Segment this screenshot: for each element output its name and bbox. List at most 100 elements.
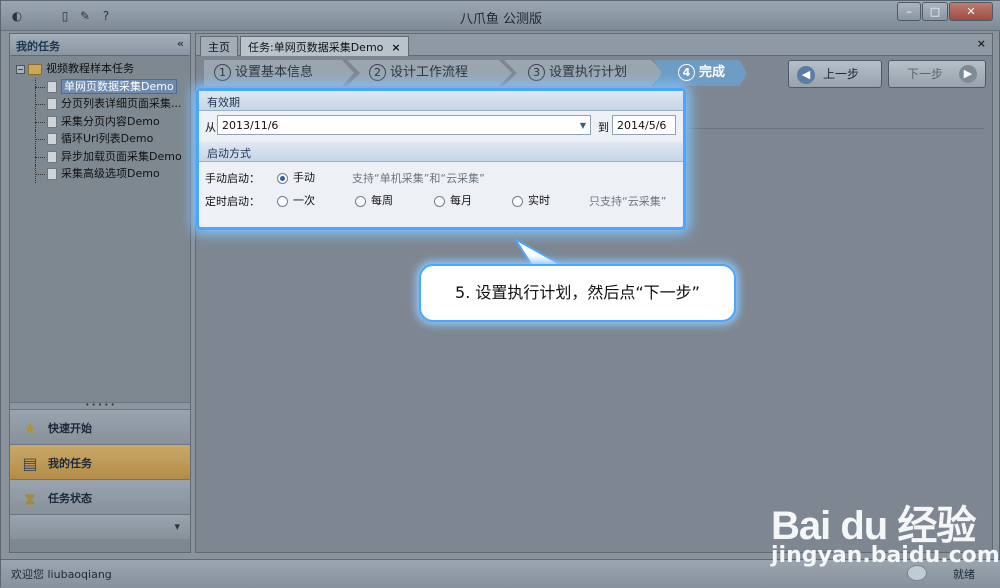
tree-item[interactable]: 异步加载页面采集Demo: [14, 147, 186, 166]
pane-header: 我的任务 «: [10, 34, 190, 56]
instruction-callout: 5. 设置执行计划，然后点“下一步”: [419, 264, 736, 322]
tree-item[interactable]: 单网页数据采集Demo: [14, 77, 186, 96]
pane-splitter[interactable]: • • • • •: [10, 402, 190, 410]
tree-item[interactable]: 采集高级选项Demo: [14, 165, 186, 183]
document-icon: [47, 80, 57, 93]
manual-start-label: 手动启动：: [205, 172, 260, 185]
baidu-watermark: Bai du 经验 jingyan.baidu.com: [771, 481, 1000, 581]
tab-task[interactable]: 任务:单网页数据采集Demo ×: [240, 36, 409, 56]
pane-title: 我的任务: [16, 40, 60, 53]
tree-root-node[interactable]: − 视频教程样本任务: [14, 60, 186, 78]
to-date-field[interactable]: 2014/5/6: [612, 115, 676, 135]
tab-bar: 主页 任务:单网页数据采集Demo × ×: [196, 34, 992, 56]
tree-item-label: 循环Url列表Demo: [61, 132, 154, 145]
tree-root-label: 视频教程样本任务: [46, 62, 134, 75]
window-title: 八爪鱼 公测版: [459, 12, 543, 27]
nav-my-tasks[interactable]: ▤ 我的任务: [10, 445, 190, 480]
close-all-icon[interactable]: ×: [977, 37, 986, 50]
step-2: 2 设计工作流程: [361, 60, 468, 86]
realtime-radio[interactable]: 实时: [512, 192, 550, 208]
tree-item[interactable]: 分页列表详细页面采集...: [14, 95, 186, 113]
step-label: 设置执行计划: [549, 65, 628, 80]
radio-label: 手动: [293, 171, 315, 184]
tree-item-label: 采集分页内容Demo: [61, 114, 160, 128]
watermark-url: jingyan.baidu.com: [771, 543, 1000, 568]
tree-item-label: 异步加载页面采集Demo: [61, 149, 182, 163]
wizard-steps: 1 设置基本信息 2 设计工作流程 3 设置执行计划 4 完成: [204, 60, 747, 86]
prev-step-button[interactable]: ◀ 上一步: [788, 60, 882, 88]
chevron-down-icon[interactable]: ▼: [580, 121, 586, 130]
tree-item[interactable]: 循环Url列表Demo: [14, 130, 186, 148]
manual-start-row: 手动启动： 手动 支持“单机采集”和“云采集”: [199, 162, 683, 186]
collapse-pane-button[interactable]: «: [177, 37, 184, 50]
radio-label: 实时: [528, 194, 550, 207]
folder-icon: [28, 63, 42, 75]
radio-checked-icon: [277, 172, 288, 184]
minimize-button[interactable]: –: [897, 2, 921, 21]
app-window: ◐ ▯ ✎ ? 八爪鱼 公测版 – □ ✕ 我的任务 « − 视频教程样本任务 单…: [0, 0, 1000, 588]
step-3: 3 设置执行计划: [520, 60, 627, 86]
radio-icon: [434, 195, 445, 207]
nav-more-button[interactable]: ▾: [10, 515, 190, 539]
step-number: 4: [678, 64, 695, 81]
nav-label: 任务状态: [48, 492, 92, 505]
from-date-picker[interactable]: 2013/11/6 ▼: [217, 115, 591, 135]
prev-step-label: 上一步: [823, 67, 860, 81]
weekly-radio[interactable]: 每周: [355, 192, 393, 208]
radio-label: 每月: [450, 194, 472, 207]
next-step-label: 下一步: [907, 67, 944, 81]
step-number: 3: [528, 64, 545, 81]
maximize-button[interactable]: □: [922, 2, 948, 21]
nav-task-status[interactable]: ⧗ 任务状态: [10, 480, 190, 515]
manual-radio[interactable]: 手动: [277, 169, 315, 185]
document-icon: [47, 150, 57, 163]
document-icon: [47, 168, 57, 180]
timed-start-label: 定时启动：: [205, 195, 260, 208]
monthly-radio[interactable]: 每月: [434, 192, 472, 208]
tab-label: 主页: [208, 41, 230, 54]
validity-row: 从 2013/11/6 ▼ 到 2014/5/6: [199, 111, 683, 139]
step-label: 设置基本信息: [235, 65, 314, 80]
step-number: 2: [369, 64, 386, 81]
from-date-value: 2013/11/6: [222, 119, 279, 132]
nav-label: 我的任务: [48, 457, 92, 470]
radio-label: 每周: [371, 194, 393, 207]
to-date-value: 2014/5/6: [617, 119, 667, 132]
tree-item-label: 分页列表详细页面采集...: [61, 97, 182, 110]
from-label: 从: [205, 121, 216, 134]
radio-icon: [277, 195, 288, 207]
tree-item-label: 单网页数据采集Demo: [61, 78, 177, 94]
step-label: 设计工作流程: [390, 65, 469, 80]
close-tab-icon[interactable]: ×: [391, 41, 400, 54]
next-step-button[interactable]: 下一步 ▶: [888, 60, 986, 88]
step-label: 完成: [699, 65, 726, 80]
document-icon: [47, 133, 57, 145]
start-mode-header: 启动方式: [199, 142, 683, 162]
arrow-right-icon: ▶: [959, 65, 977, 83]
to-label: 到: [598, 121, 609, 134]
collapse-toggle-icon[interactable]: −: [16, 64, 25, 74]
close-button[interactable]: ✕: [949, 2, 993, 21]
tasks-icon: ▤: [22, 454, 38, 473]
schedule-panel: 有效期 从 2013/11/6 ▼ 到 2014/5/6 启动方式 手动启动： …: [196, 88, 686, 230]
tree-item[interactable]: 采集分页内容Demo: [14, 112, 186, 131]
timed-note: 只支持“云采集”: [589, 195, 667, 208]
welcome-text: 欢迎您 liubaoqiang: [11, 568, 112, 581]
arrow-left-icon: ◀: [797, 65, 815, 84]
task-tree: − 视频教程样本任务 单网页数据采集Demo 分页列表详细页面采集... 采集分页…: [10, 56, 190, 402]
hourglass-icon: ⧗: [24, 489, 36, 508]
step-number: 1: [214, 64, 231, 81]
document-icon: [47, 98, 57, 110]
tab-home[interactable]: 主页: [200, 36, 238, 56]
tree-item-label: 采集高级选项Demo: [61, 167, 160, 180]
nav-quick-start[interactable]: ★ 快速开始: [10, 410, 190, 445]
manual-note: 支持“单机采集”和“云采集”: [352, 172, 485, 185]
validity-header: 有效期: [199, 91, 683, 111]
radio-icon: [512, 195, 523, 207]
nav-label: 快速开始: [48, 422, 92, 435]
left-pane: 我的任务 « − 视频教程样本任务 单网页数据采集Demo 分页列表详细页面采集.…: [9, 33, 191, 553]
radio-label: 一次: [293, 194, 315, 207]
radio-icon: [355, 195, 366, 207]
once-radio[interactable]: 一次: [277, 192, 315, 208]
title-bar: ◐ ▯ ✎ ? 八爪鱼 公测版 – □ ✕: [1, 1, 1000, 31]
